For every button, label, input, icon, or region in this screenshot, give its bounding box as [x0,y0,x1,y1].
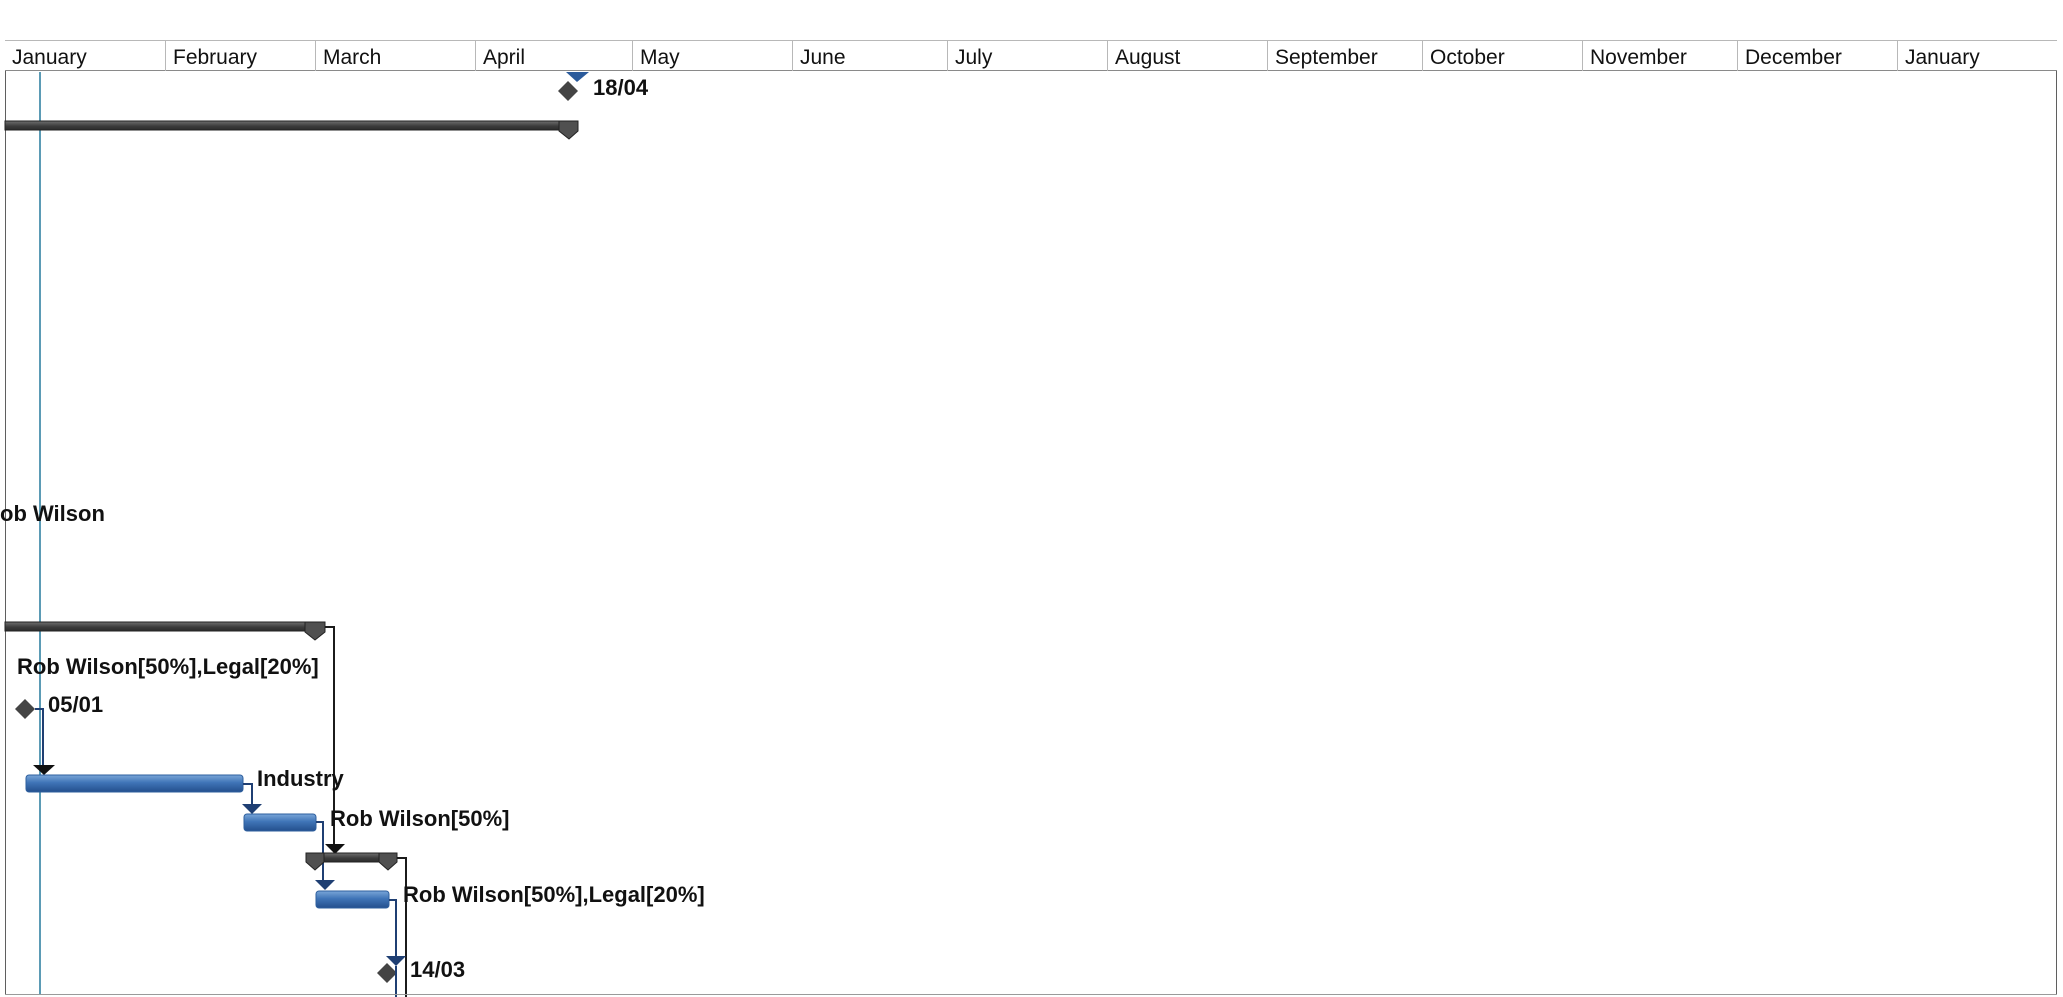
gantt-chart: January February March April May June Ju… [0,0,2063,997]
milestone-diamond-top [558,81,578,101]
task-label-industry: Industry [257,766,344,791]
task-bar-rob-wilson-legal[interactable] [315,890,390,909]
task-bar-industry[interactable] [25,774,244,793]
summary-resource-label: Rob Wilson[50%],Legal[20%] [17,654,319,679]
task-label-rob-half: Rob Wilson[50%] [330,806,510,831]
summary-bar-lower-start-cap [305,852,325,871]
summary-bar-middle-end-cap [304,621,326,641]
rob-legal-link-line [389,899,397,959]
milestone-diamond-end [377,963,397,983]
summary-bar-middle[interactable] [4,621,326,632]
rob-legal-link-arrow [386,956,406,966]
resource-label-partial: ob Wilson [0,501,105,526]
gantt-drawing [4,72,589,997]
task-label-rob-legal: Rob Wilson[50%],Legal[20%] [403,882,705,907]
milestone-label-start: 05/01 [48,692,104,717]
summary-bar-lower-end-cap [378,852,398,871]
milestone-start-link-arrow [33,765,55,775]
task-bar-rob-wilson-half[interactable] [243,813,317,832]
summary-bar-top-end-cap [558,120,579,140]
lower-summary-start-arrow [315,880,335,890]
summary-bar-top[interactable] [4,120,577,131]
milestone-label-end: 14/03 [410,957,466,982]
deadline-marker-top [566,72,589,82]
milestone-label-top: 18/04 [593,75,649,100]
chart-bottom-border [5,994,2057,995]
milestone-diamond-start [15,699,35,719]
industry-link-arrow [242,804,262,814]
lower-summary-link-line [397,857,407,997]
